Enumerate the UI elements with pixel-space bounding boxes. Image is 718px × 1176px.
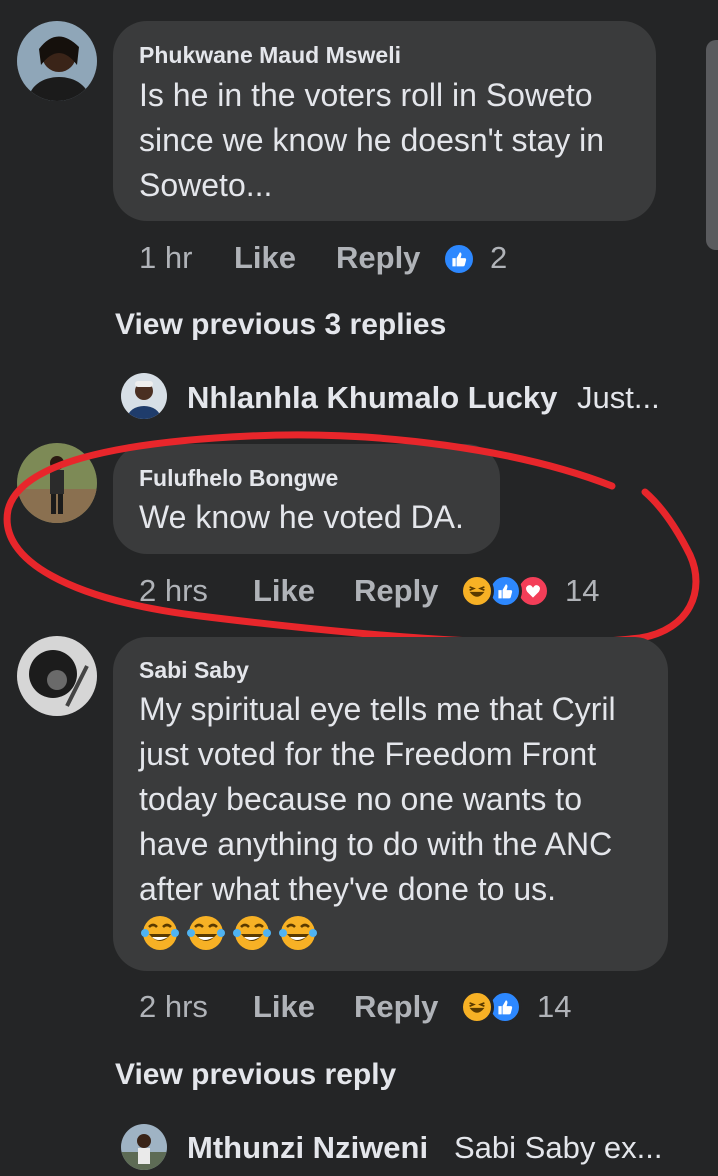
avatar-photo-icon	[17, 21, 97, 101]
reply-preview-snippet[interactable]: Just...	[577, 380, 660, 416]
like-button[interactable]: Like	[253, 989, 315, 1025]
reply-button[interactable]: Reply	[336, 240, 420, 276]
scrollbar[interactable]	[706, 40, 718, 250]
comment-time[interactable]: 1 hr	[139, 240, 192, 276]
tears-of-joy-emoji	[279, 916, 317, 950]
tears-of-joy-emoji	[187, 916, 225, 950]
avatar-photo-icon	[17, 636, 97, 716]
comment-author[interactable]: Sabi Saby	[139, 657, 249, 684]
reaction-count[interactable]: 2	[490, 240, 507, 276]
view-previous-replies-link[interactable]: View previous 3 replies	[115, 308, 446, 342]
avatar-photo-icon	[17, 443, 97, 523]
tears-of-joy-emoji	[141, 916, 179, 950]
reaction-count[interactable]: 14	[565, 573, 599, 609]
reply-preview-author[interactable]: Nhlanhla Khumalo Lucky	[187, 380, 557, 416]
comment-time[interactable]: 2 hrs	[139, 573, 208, 609]
reply-preview-author[interactable]: Mthunzi Nziweni	[187, 1130, 428, 1166]
avatar[interactable]	[121, 373, 167, 419]
reply-preview-snippet[interactable]: Sabi Saby ex...	[454, 1130, 663, 1166]
tears-of-joy-emoji	[233, 916, 271, 950]
haha-icon	[460, 990, 494, 1024]
like-button[interactable]: Like	[253, 573, 315, 609]
comment-time[interactable]: 2 hrs	[139, 989, 208, 1025]
comment-text: We know he voted DA.	[139, 499, 464, 535]
like-button[interactable]: Like	[234, 240, 296, 276]
avatar[interactable]	[17, 636, 97, 716]
comment-author[interactable]: Fulufhelo Bongwe	[139, 465, 338, 492]
reactions[interactable]	[442, 242, 482, 276]
avatar-photo-icon	[121, 373, 167, 419]
avatar-photo-icon	[121, 1124, 167, 1170]
comment-text: Is he in the voters roll in Soweto since…	[139, 77, 605, 203]
like-icon	[442, 242, 476, 276]
reaction-count[interactable]: 14	[537, 989, 571, 1025]
reply-button[interactable]: Reply	[354, 989, 438, 1025]
avatar[interactable]	[121, 1124, 167, 1170]
comment-author[interactable]: Phukwane Maud Msweli	[139, 42, 401, 69]
view-previous-reply-link[interactable]: View previous reply	[115, 1058, 396, 1092]
reactions[interactable]	[460, 990, 524, 1024]
avatar[interactable]	[17, 21, 97, 101]
reply-button[interactable]: Reply	[354, 573, 438, 609]
reactions[interactable]	[460, 574, 552, 608]
avatar[interactable]	[17, 443, 97, 523]
emoji-row	[140, 913, 320, 955]
comment-text: My spiritual eye tells me that Cyril jus…	[139, 691, 616, 907]
haha-icon	[460, 574, 494, 608]
